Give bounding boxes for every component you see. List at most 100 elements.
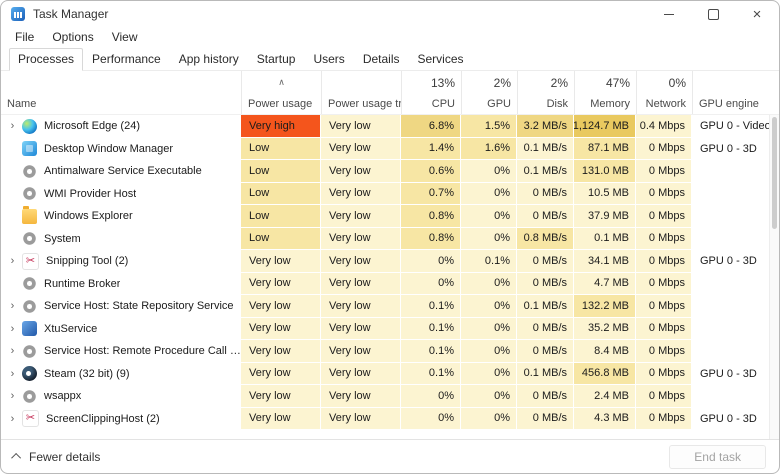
column-header-cpu[interactable]: 13% CPU (401, 71, 461, 114)
cpu-cell[interactable]: 6.8% (401, 115, 461, 138)
disk-cell[interactable]: 0 MB/s (517, 183, 574, 206)
process-name-cell[interactable]: › Snipping Tool (2) (1, 250, 241, 273)
expand-chevron-icon[interactable]: › (6, 300, 19, 312)
disk-cell[interactable]: 0 MB/s (517, 273, 574, 296)
process-name-cell[interactable]: › Runtime Broker (1, 273, 241, 296)
network-cell[interactable]: 0 Mbps (636, 385, 692, 408)
column-header-gpu-engine[interactable]: GPU engine (692, 71, 769, 114)
menu-file[interactable]: File (6, 28, 43, 46)
memory-cell[interactable]: 8.4 MB (574, 340, 636, 363)
cpu-cell[interactable]: 0% (401, 250, 461, 273)
gpu-cell[interactable]: 0% (461, 318, 517, 341)
gpu-cell[interactable]: 0% (461, 160, 517, 183)
gpu-cell[interactable]: 0% (461, 295, 517, 318)
cpu-cell[interactable]: 0.1% (401, 295, 461, 318)
power-usage-cell[interactable]: Low (241, 160, 321, 183)
table-row[interactable]: › Snipping Tool (2) Very low Very low 0%… (1, 250, 779, 273)
gpu-cell[interactable]: 1.5% (461, 115, 517, 138)
power-usage-cell[interactable]: Very low (241, 363, 321, 386)
power-usage-trend-cell[interactable]: Very low (321, 318, 401, 341)
power-usage-cell[interactable]: Very low (241, 273, 321, 296)
process-name-cell[interactable]: › Microsoft Edge (24) (1, 115, 241, 138)
column-header-memory[interactable]: 47% Memory (574, 71, 636, 114)
disk-cell[interactable]: 0 MB/s (517, 408, 574, 431)
cpu-cell[interactable]: 0.1% (401, 340, 461, 363)
fewer-details-toggle[interactable]: Fewer details (14, 450, 100, 464)
process-name-cell[interactable]: › Windows Explorer (1, 205, 241, 228)
column-header-disk[interactable]: 2% Disk (517, 71, 574, 114)
power-usage-cell[interactable]: Low (241, 228, 321, 251)
tab-startup[interactable]: Startup (248, 48, 305, 71)
gpu-engine-cell[interactable] (692, 205, 769, 228)
expand-chevron-icon[interactable]: › (6, 323, 19, 335)
cpu-cell[interactable]: 0.6% (401, 160, 461, 183)
close-button[interactable]: × (735, 1, 779, 27)
process-name-cell[interactable]: › Service Host: Remote Procedure Call (2… (1, 340, 241, 363)
power-usage-cell[interactable]: Low (241, 205, 321, 228)
power-usage-trend-cell[interactable]: Very low (321, 160, 401, 183)
power-usage-cell[interactable]: Very low (241, 318, 321, 341)
gpu-engine-cell[interactable] (692, 340, 769, 363)
memory-cell[interactable]: 37.9 MB (574, 205, 636, 228)
disk-cell[interactable]: 0.1 MB/s (517, 138, 574, 161)
network-cell[interactable]: 0 Mbps (636, 273, 692, 296)
cpu-cell[interactable]: 0.8% (401, 228, 461, 251)
table-row[interactable]: › wsappx Very low Very low 0% 0% 0 MB/s … (1, 385, 779, 408)
gpu-cell[interactable]: 0% (461, 205, 517, 228)
cpu-cell[interactable]: 0% (401, 385, 461, 408)
table-row[interactable]: › Steam (32 bit) (9) Very low Very low 0… (1, 363, 779, 386)
cpu-cell[interactable]: 1.4% (401, 138, 461, 161)
cpu-cell[interactable]: 0% (401, 273, 461, 296)
gpu-cell[interactable]: 0% (461, 363, 517, 386)
memory-cell[interactable]: 34.1 MB (574, 250, 636, 273)
column-header-power-usage-trend[interactable]: Power usage tr... (321, 71, 401, 114)
power-usage-trend-cell[interactable]: Very low (321, 250, 401, 273)
network-cell[interactable]: 0 Mbps (636, 205, 692, 228)
gpu-engine-cell[interactable] (692, 160, 769, 183)
power-usage-cell[interactable]: Low (241, 138, 321, 161)
column-header-name[interactable]: Name (1, 71, 241, 114)
maximize-button[interactable] (691, 1, 735, 27)
gpu-cell[interactable]: 0% (461, 183, 517, 206)
vertical-scrollbar[interactable] (769, 115, 779, 439)
end-task-button[interactable]: End task (669, 445, 766, 469)
expand-chevron-icon[interactable]: › (6, 390, 19, 402)
power-usage-trend-cell[interactable]: Very low (321, 385, 401, 408)
network-cell[interactable]: 0 Mbps (636, 250, 692, 273)
process-name-cell[interactable]: › WMI Provider Host (1, 183, 241, 206)
gpu-engine-cell[interactable]: GPU 0 - 3D (692, 408, 769, 431)
tab-users[interactable]: Users (304, 48, 353, 71)
process-name-cell[interactable]: › Antimalware Service Executable (1, 160, 241, 183)
network-cell[interactable]: 0 Mbps (636, 340, 692, 363)
process-name-cell[interactable]: › Desktop Window Manager (1, 138, 241, 161)
table-row[interactable]: › XtuService Very low Very low 0.1% 0% 0… (1, 318, 779, 341)
memory-cell[interactable]: 131.0 MB (574, 160, 636, 183)
gpu-engine-cell[interactable] (692, 183, 769, 206)
memory-cell[interactable]: 10.5 MB (574, 183, 636, 206)
process-name-cell[interactable]: › Steam (32 bit) (9) (1, 363, 241, 386)
disk-cell[interactable]: 0.1 MB/s (517, 160, 574, 183)
column-header-gpu[interactable]: 2% GPU (461, 71, 517, 114)
gpu-engine-cell[interactable] (692, 385, 769, 408)
gpu-engine-cell[interactable]: GPU 0 - Video ... (692, 115, 769, 138)
expand-chevron-icon[interactable]: › (6, 120, 19, 132)
process-name-cell[interactable]: › System (1, 228, 241, 251)
disk-cell[interactable]: 0 MB/s (517, 250, 574, 273)
gpu-engine-cell[interactable]: GPU 0 - 3D (692, 363, 769, 386)
network-cell[interactable]: 0 Mbps (636, 160, 692, 183)
process-name-cell[interactable]: › XtuService (1, 318, 241, 341)
memory-cell[interactable]: 1,124.7 MB (574, 115, 636, 138)
memory-cell[interactable]: 4.7 MB (574, 273, 636, 296)
power-usage-trend-cell[interactable]: Very low (321, 183, 401, 206)
memory-cell[interactable]: 87.1 MB (574, 138, 636, 161)
gpu-cell[interactable]: 0.1% (461, 250, 517, 273)
gpu-cell[interactable]: 0% (461, 273, 517, 296)
disk-cell[interactable]: 0.1 MB/s (517, 363, 574, 386)
power-usage-cell[interactable]: Very low (241, 385, 321, 408)
memory-cell[interactable]: 132.2 MB (574, 295, 636, 318)
table-row[interactable]: › Desktop Window Manager Low Very low 1.… (1, 138, 779, 161)
scrollbar-thumb[interactable] (772, 117, 777, 229)
power-usage-trend-cell[interactable]: Very low (321, 363, 401, 386)
menu-view[interactable]: View (103, 28, 147, 46)
expand-chevron-icon[interactable]: › (6, 255, 19, 267)
